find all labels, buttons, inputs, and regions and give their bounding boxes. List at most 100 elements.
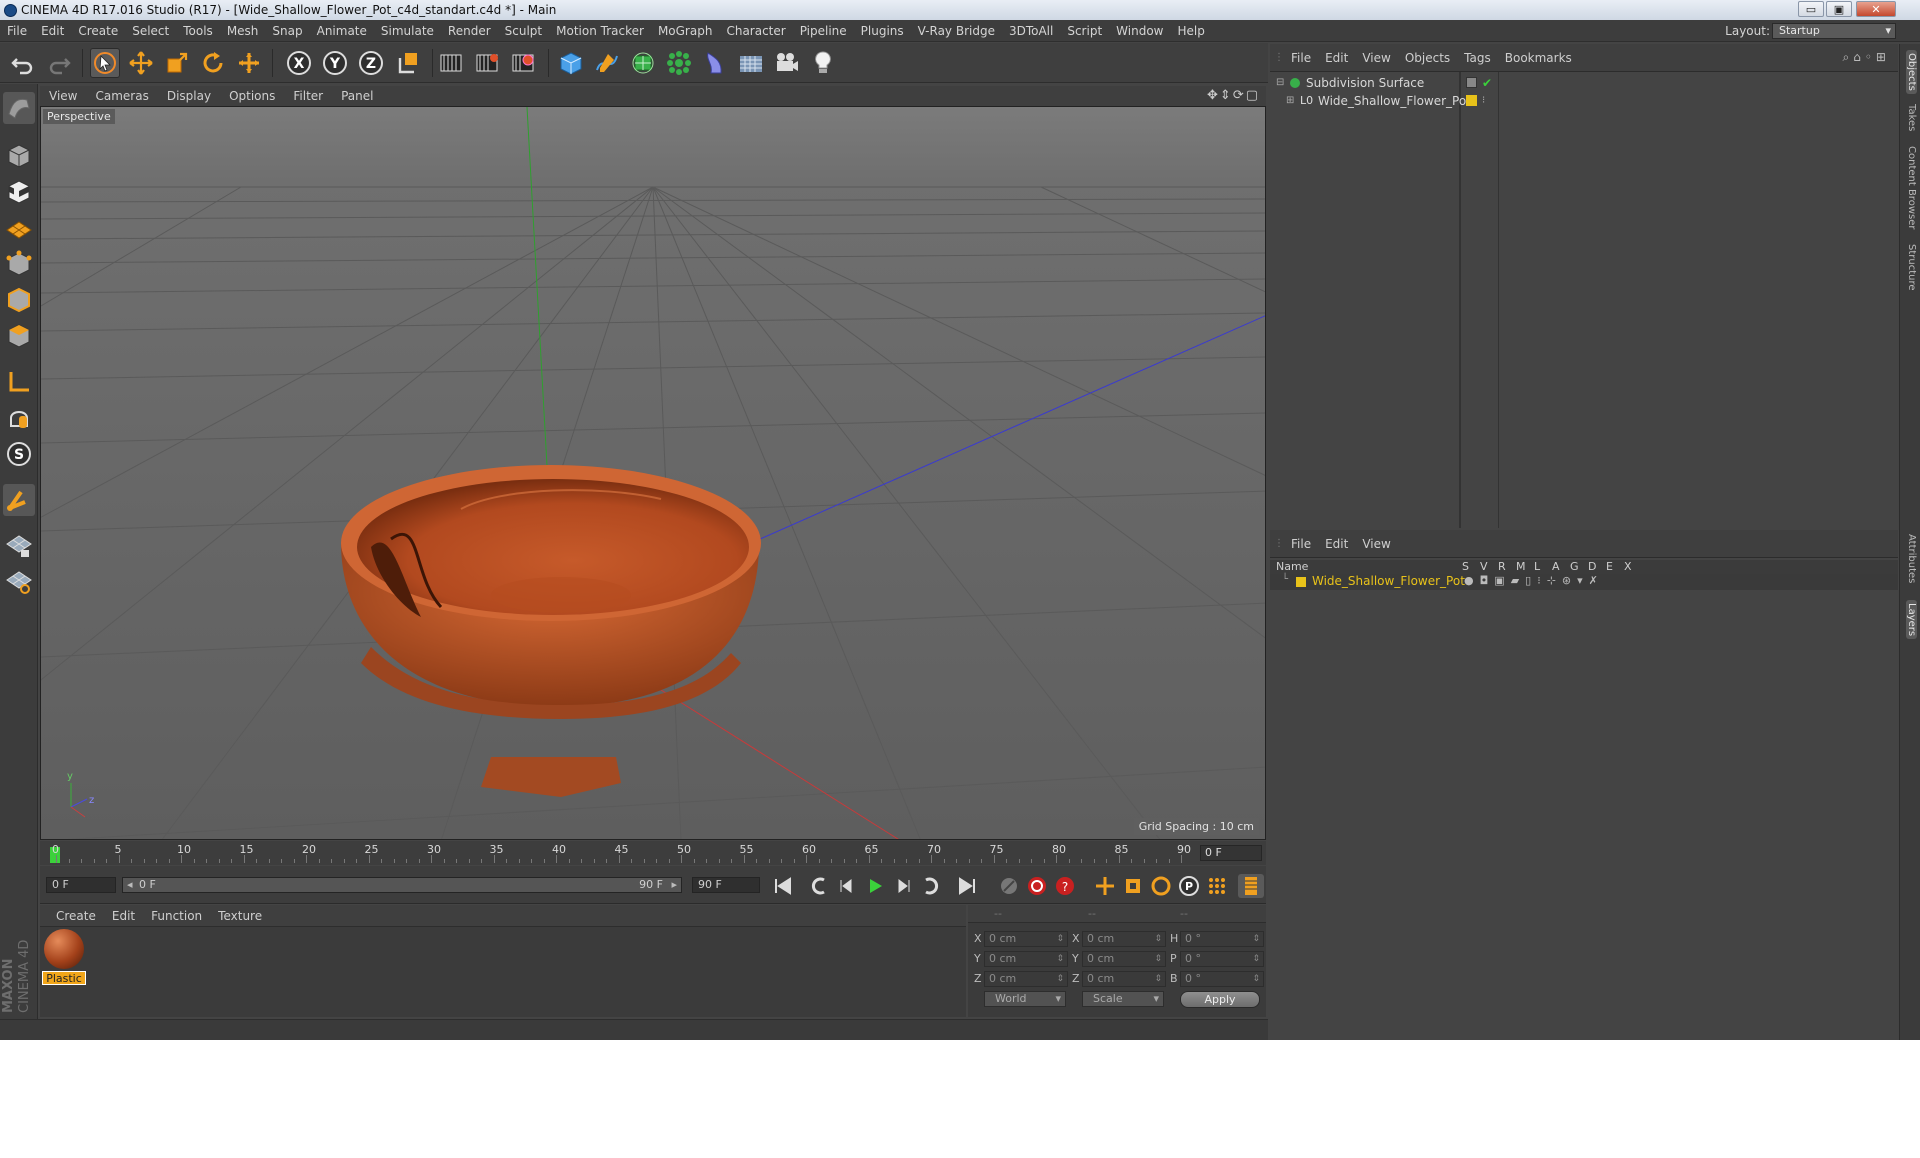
column-render[interactable]: R [1498, 560, 1506, 573]
x-axis-icon[interactable]: X [284, 48, 314, 78]
menu-file[interactable]: File [0, 20, 34, 42]
apply-button[interactable]: Apply [1180, 991, 1260, 1008]
minimize-button[interactable]: ▭ [1798, 1, 1824, 17]
snap-icon[interactable]: S [3, 438, 35, 470]
layer-toggle-icons[interactable]: ●◘▣▰▯⁝⊹⊛▾✗ [1464, 574, 1604, 587]
camera-icon[interactable] [772, 48, 802, 78]
render-view-icon[interactable] [436, 48, 466, 78]
auto-keying-icon[interactable]: ? [1052, 874, 1078, 898]
rot-h-field[interactable]: 0 ° ⇕ [1180, 931, 1264, 947]
material-menu-texture[interactable]: Texture [210, 905, 270, 927]
polygons-mode-icon[interactable] [3, 320, 35, 352]
coordinate-mode-select[interactable]: Scale ▾ [1082, 991, 1164, 1007]
texture-mode-icon[interactable] [3, 176, 35, 208]
menu-simulate[interactable]: Simulate [374, 20, 441, 42]
rot-p-field[interactable]: 0 ° ⇕ [1180, 951, 1264, 967]
menu-3dtoall[interactable]: 3DToAll [1002, 20, 1060, 42]
menu-vray-bridge[interactable]: V-Ray Bridge [911, 20, 1002, 42]
tab-structure[interactable]: Structure [1906, 244, 1917, 291]
editor-visibility-icon[interactable] [1466, 77, 1477, 88]
menu-animate[interactable]: Animate [310, 20, 374, 42]
menu-window[interactable]: Window [1109, 20, 1170, 42]
undo-icon[interactable] [8, 48, 38, 78]
workplane-icon[interactable] [3, 212, 35, 244]
column-deformers[interactable]: D [1588, 560, 1596, 573]
object-menu-bookmarks[interactable]: Bookmarks [1498, 44, 1579, 72]
object-row-subdivision-surface[interactable]: ⊟ Subdivision Surface ✔ [1270, 74, 1898, 92]
make-editable-icon[interactable] [3, 92, 35, 124]
tab-objects[interactable]: Objects [1906, 50, 1917, 94]
floor-icon[interactable] [736, 48, 766, 78]
edges-mode-icon[interactable] [3, 284, 35, 316]
expand-icon[interactable]: ⊞ [1286, 92, 1294, 110]
tab-takes[interactable]: Takes [1906, 104, 1917, 131]
column-animation[interactable]: A [1552, 560, 1560, 573]
light-icon[interactable] [808, 48, 838, 78]
cube-icon[interactable] [556, 48, 586, 78]
render-region-icon[interactable] [472, 48, 502, 78]
menu-help[interactable]: Help [1170, 20, 1211, 42]
viewport-menu-filter[interactable]: Filter [284, 86, 332, 106]
layer-row[interactable]: └ Wide_Shallow_Flower_Pot ●◘▣▰▯⁝⊹⊛▾✗ [1270, 574, 1898, 590]
collapse-icon[interactable]: ⊟ [1276, 74, 1284, 92]
layer-color-swatch[interactable] [1296, 577, 1306, 587]
object-menu-file[interactable]: File [1284, 44, 1318, 72]
play-icon[interactable] [862, 874, 888, 898]
object-row-flower-pot[interactable]: ⊞ L0 Wide_Shallow_Flower_Pot ⁝ [1270, 92, 1898, 110]
array-icon[interactable] [664, 48, 694, 78]
maximize-button[interactable]: ▣ [1826, 1, 1852, 17]
tab-content-browser[interactable]: Content Browser [1906, 146, 1917, 229]
material-menu-edit[interactable]: Edit [104, 905, 143, 927]
subdivision-icon[interactable] [628, 48, 658, 78]
coordinate-space-select[interactable]: World ▾ [984, 991, 1066, 1007]
menu-create[interactable]: Create [71, 20, 125, 42]
tab-layers[interactable]: Layers [1906, 600, 1917, 640]
layer-menu-file[interactable]: File [1284, 530, 1318, 558]
key-parameter-icon[interactable]: P [1176, 874, 1202, 898]
menu-mesh[interactable]: Mesh [220, 20, 266, 42]
coordinate-system-icon[interactable] [394, 48, 424, 78]
current-frame-field[interactable]: 0 F [1200, 845, 1262, 861]
menu-render[interactable]: Render [441, 20, 498, 42]
material-item[interactable]: Plastic [42, 927, 86, 987]
column-locked[interactable]: L [1534, 560, 1540, 573]
viewport-menu-options[interactable]: Options [220, 86, 284, 106]
layer-color-icon[interactable] [1466, 95, 1477, 106]
menu-select[interactable]: Select [125, 20, 176, 42]
scale-icon[interactable] [162, 48, 192, 78]
axis-mode-icon[interactable] [3, 366, 35, 398]
menu-sculpt[interactable]: Sculpt [498, 20, 549, 42]
pos-x-field[interactable]: 0 cm ⇕ [984, 931, 1068, 947]
visibility-dots-icon[interactable]: ⁝ [1482, 92, 1485, 110]
key-rotation-icon[interactable] [1148, 874, 1174, 898]
menu-mograph[interactable]: MoGraph [651, 20, 720, 42]
workplane-grid-icon[interactable] [3, 566, 35, 598]
next-key-icon[interactable] [918, 874, 944, 898]
search-icon[interactable]: ⌕⌂◦⊞ [1843, 50, 1890, 65]
timeline-ruler[interactable]: 0 5 10 15 20 25 30 35 40 45 50 55 60 65 70 75 80 85 90 0 F [40, 841, 1266, 865]
go-to-start-icon[interactable] [770, 874, 796, 898]
viewport-menu-panel[interactable]: Panel [332, 86, 382, 106]
pen-spline-icon[interactable] [592, 48, 622, 78]
frame-range-slider[interactable]: ◂ 0 F 90 F ▸ [122, 877, 682, 893]
menu-motion-tracker[interactable]: Motion Tracker [549, 20, 651, 42]
pos-y-field[interactable]: 0 cm ⇕ [984, 951, 1068, 967]
menu-snap[interactable]: Snap [265, 20, 309, 42]
object-menu-tags[interactable]: Tags [1457, 44, 1498, 72]
object-menu-objects[interactable]: Objects [1398, 44, 1457, 72]
tab-attributes[interactable]: Attributes [1906, 534, 1917, 583]
rot-b-field[interactable]: 0 ° ⇕ [1180, 971, 1264, 987]
magnet-icon[interactable] [3, 484, 35, 516]
layer-menu-edit[interactable]: Edit [1318, 530, 1355, 558]
menu-pipeline[interactable]: Pipeline [793, 20, 854, 42]
points-mode-icon[interactable] [3, 248, 35, 280]
menu-character[interactable]: Character [719, 20, 792, 42]
column-manager[interactable]: M [1516, 560, 1526, 573]
layer-menu-view[interactable]: View [1355, 530, 1397, 558]
menu-script[interactable]: Script [1060, 20, 1109, 42]
rotate-icon[interactable] [198, 48, 228, 78]
redo-icon[interactable] [44, 48, 74, 78]
select-arrow-icon[interactable] [90, 48, 120, 78]
move-icon[interactable] [126, 48, 156, 78]
end-frame-field[interactable]: 90 F [692, 877, 760, 893]
